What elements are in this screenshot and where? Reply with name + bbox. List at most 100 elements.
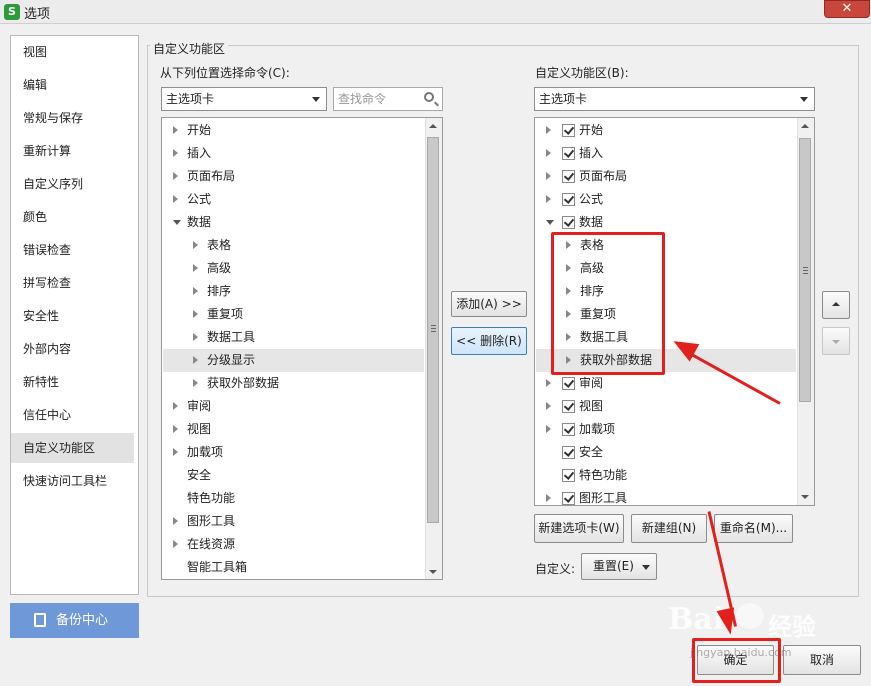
new-tab-button[interactable]: 新建选项卡(W) — [534, 514, 624, 543]
checkbox[interactable] — [562, 492, 575, 505]
expand-icon[interactable] — [546, 126, 551, 134]
tree-row[interactable]: 加载项 — [163, 441, 424, 464]
close-button[interactable]: ✕ — [824, 0, 870, 18]
left-scroll-thumb[interactable] — [427, 137, 439, 523]
tree-row[interactable]: 开始 — [163, 119, 424, 142]
expand-icon[interactable] — [173, 402, 178, 410]
expand-icon[interactable] — [173, 149, 178, 157]
checkbox[interactable] — [562, 469, 575, 482]
expand-icon[interactable] — [173, 517, 178, 525]
tree-row[interactable]: 页面布局 — [163, 165, 424, 188]
rename-button[interactable]: 重命名(M)... — [714, 514, 793, 543]
collapse-icon[interactable] — [546, 220, 554, 225]
nav-item[interactable]: 重新计算 — [11, 136, 134, 166]
tree-row[interactable]: 页面布局 — [536, 165, 796, 188]
tree-row[interactable]: 视图 — [536, 395, 796, 418]
checkbox[interactable] — [562, 377, 575, 390]
tree-row[interactable]: 获取外部数据 — [163, 372, 424, 395]
expand-icon[interactable] — [173, 425, 178, 433]
checkbox[interactable] — [562, 170, 575, 183]
nav-item[interactable]: 安全性 — [11, 301, 134, 331]
move-up-button[interactable] — [822, 291, 850, 319]
reset-dropdown-button[interactable]: 重置(E) — [581, 553, 657, 580]
remove-button[interactable]: << 删除(R) — [451, 327, 527, 355]
nav-item[interactable]: 自定义序列 — [11, 169, 134, 199]
checkbox[interactable] — [562, 423, 575, 436]
tree-row[interactable]: 特色功能 — [536, 464, 796, 487]
tree-row[interactable]: 高级 — [163, 257, 424, 280]
tree-row[interactable]: 排序 — [163, 280, 424, 303]
checkbox[interactable] — [562, 216, 575, 229]
checkbox[interactable] — [562, 124, 575, 137]
tree-row[interactable]: 安全 — [536, 441, 796, 464]
expand-icon[interactable] — [546, 402, 551, 410]
expand-icon[interactable] — [173, 540, 178, 548]
tree-row[interactable]: 公式 — [536, 188, 796, 211]
nav-item[interactable]: 自定义功能区 — [11, 433, 134, 463]
checkbox[interactable] — [562, 147, 575, 160]
tree-row[interactable]: 开始 — [536, 119, 796, 142]
checkbox[interactable] — [562, 400, 575, 413]
nav-item[interactable]: 信任中心 — [11, 400, 134, 430]
tree-row[interactable]: 表格 — [163, 234, 424, 257]
tree-row[interactable]: 智能工具箱 — [163, 556, 424, 579]
scroll-down-icon[interactable] — [429, 570, 437, 574]
nav-item[interactable]: 新特性 — [11, 367, 134, 397]
tree-row[interactable]: 在线资源 — [163, 533, 424, 556]
scroll-down-icon[interactable] — [801, 495, 809, 499]
expand-icon[interactable] — [546, 379, 551, 387]
collapse-icon[interactable] — [173, 220, 181, 225]
expand-icon[interactable] — [193, 264, 198, 272]
nav-item[interactable]: 视图 — [11, 37, 134, 67]
nav-item[interactable]: 错误检查 — [11, 235, 134, 265]
expand-icon[interactable] — [173, 195, 178, 203]
nav-item[interactable]: 常规与保存 — [11, 103, 134, 133]
tree-row[interactable]: 特色功能 — [163, 487, 424, 510]
tree-row[interactable]: 加载项 — [536, 418, 796, 441]
tree-row[interactable]: 公式 — [163, 188, 424, 211]
move-down-button[interactable] — [822, 327, 850, 355]
tree-row[interactable]: 插入 — [536, 142, 796, 165]
new-group-button[interactable]: 新建组(N) — [631, 514, 707, 543]
expand-icon[interactable] — [193, 333, 198, 341]
tree-row[interactable]: 安全 — [163, 464, 424, 487]
expand-icon[interactable] — [546, 172, 551, 180]
nav-item[interactable]: 颜色 — [11, 202, 134, 232]
ribbon-type-combo[interactable]: 主选项卡 — [534, 87, 815, 111]
expand-icon[interactable] — [193, 241, 198, 249]
add-button[interactable]: 添加(A) >> — [451, 291, 527, 317]
expand-icon[interactable] — [173, 172, 178, 180]
tree-row[interactable]: 视图 — [163, 418, 424, 441]
tree-row[interactable]: 插入 — [163, 142, 424, 165]
expand-icon[interactable] — [546, 149, 551, 157]
tree-row[interactable]: 数据 — [163, 211, 424, 234]
tree-row[interactable]: 分级显示 — [163, 349, 424, 372]
scroll-up-icon[interactable] — [429, 124, 437, 128]
tree-row[interactable]: 图形工具 — [536, 487, 796, 510]
tree-row[interactable]: 重复项 — [163, 303, 424, 326]
nav-item[interactable]: 编辑 — [11, 70, 134, 100]
expand-icon[interactable] — [546, 195, 551, 203]
cancel-button[interactable]: 取消 — [783, 645, 861, 675]
scroll-up-icon[interactable] — [801, 124, 809, 128]
expand-icon[interactable] — [546, 425, 551, 433]
command-source-combo[interactable]: 主选项卡 — [161, 87, 327, 111]
backup-center-button[interactable]: 备份中心 — [10, 603, 139, 638]
tree-row[interactable]: 图形工具 — [163, 510, 424, 533]
nav-item[interactable]: 快速访问工具栏 — [11, 466, 134, 496]
tree-row[interactable]: 数据工具 — [163, 326, 424, 349]
expand-icon[interactable] — [173, 126, 178, 134]
checkbox[interactable] — [562, 446, 575, 459]
tree-row[interactable]: 审阅 — [163, 395, 424, 418]
expand-icon[interactable] — [546, 494, 551, 502]
expand-icon[interactable] — [173, 448, 178, 456]
tree-row[interactable]: 数据 — [536, 211, 796, 234]
search-icon[interactable] — [424, 92, 434, 102]
expand-icon[interactable] — [193, 379, 198, 387]
expand-icon[interactable] — [193, 287, 198, 295]
nav-item[interactable]: 外部内容 — [11, 334, 134, 364]
expand-icon[interactable] — [193, 310, 198, 318]
nav-item[interactable]: 拼写检查 — [11, 268, 134, 298]
checkbox[interactable] — [562, 193, 575, 206]
expand-icon[interactable] — [193, 356, 198, 364]
